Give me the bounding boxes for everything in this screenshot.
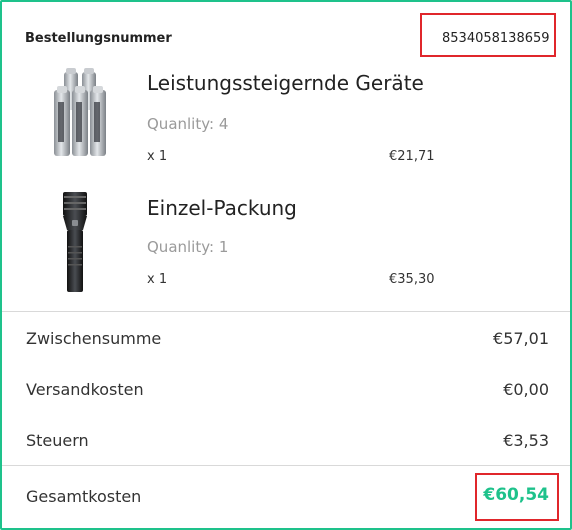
summary-divider xyxy=(2,311,570,312)
shipping-label: Versandkosten xyxy=(26,380,144,399)
total-divider xyxy=(2,465,570,466)
item-name: Einzel-Packung xyxy=(147,196,297,220)
item-quantity: Quanlity: 4 xyxy=(147,115,229,133)
total-label: Gesamtkosten xyxy=(26,487,142,506)
tax-label: Steuern xyxy=(26,431,89,450)
total-value: €60,54 xyxy=(483,485,549,505)
item-price: €21,71 xyxy=(389,149,435,164)
subtotal-label: Zwischensumme xyxy=(26,329,162,348)
battery-pack-image xyxy=(54,68,106,156)
subtotal-value: €57,01 xyxy=(493,329,549,348)
item-multiplier: x 1 xyxy=(147,149,168,164)
item-multiplier: x 1 xyxy=(147,272,168,287)
order-number-label: Bestellungsnummer xyxy=(25,31,172,46)
item-price: €35,30 xyxy=(389,272,435,287)
tax-value: €3,53 xyxy=(503,431,549,450)
flashlight-image xyxy=(63,192,87,292)
item-quantity: Quanlity: 1 xyxy=(147,238,229,256)
order-number-value: 8534058138659 xyxy=(442,31,550,46)
shipping-value: €0,00 xyxy=(503,380,549,399)
item-name: Leistungssteigernde Geräte xyxy=(147,71,424,95)
